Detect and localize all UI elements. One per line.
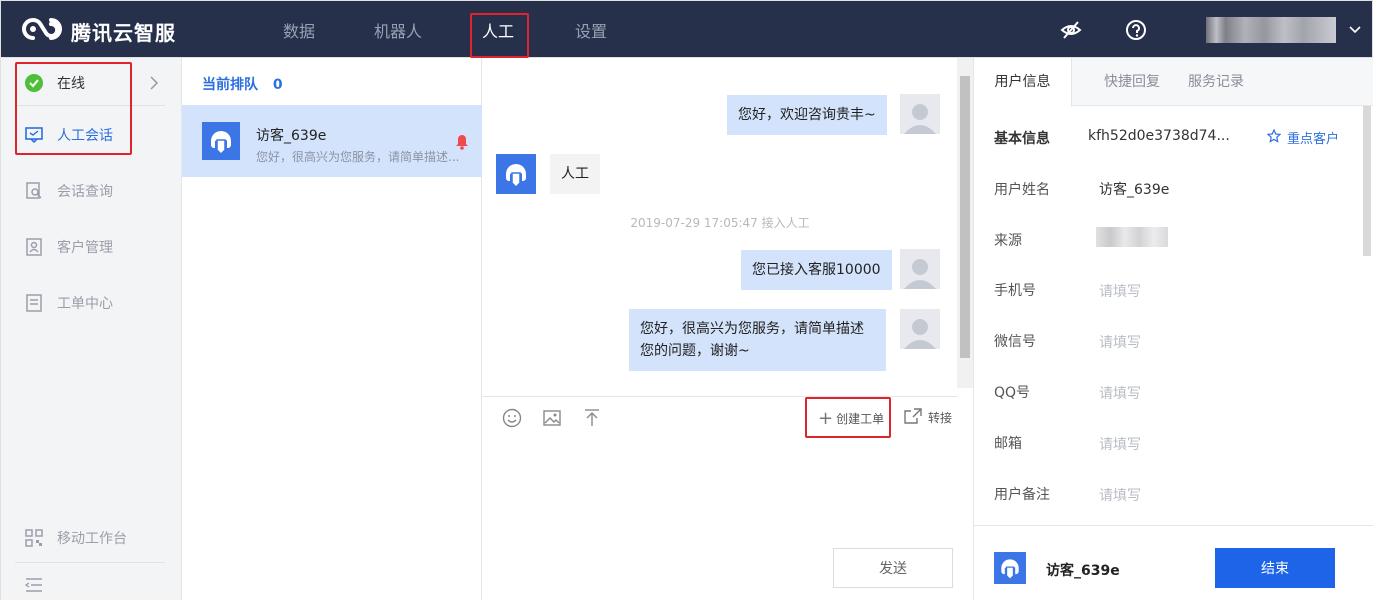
scrollbar[interactable] — [957, 58, 973, 388]
queue-item[interactable]: 访客_639e 您好，很高兴为您服务，请简单描述... — [182, 105, 482, 177]
wechat-input[interactable]: 请填写 — [1099, 332, 1141, 352]
field-value-name[interactable]: 访客_639e — [1099, 179, 1169, 199]
highlight-box-sidebar — [15, 62, 132, 155]
info-tabs: 用户信息 快捷回复 服务记录 — [974, 58, 1373, 107]
star-icon — [1266, 128, 1282, 147]
sidebar-item-customers[interactable]: 客户管理 — [25, 237, 113, 257]
info-panel: 用户信息 快捷回复 服务记录 基本信息 kfh52d0e3738d74... 重… — [974, 58, 1373, 600]
contact-card-icon — [25, 238, 43, 256]
message-preview: 您好，很高兴为您服务，请简单描述... — [256, 150, 460, 164]
info-scrollbar[interactable] — [1363, 106, 1371, 256]
nav-settings[interactable]: 设置 — [575, 21, 607, 43]
queue-panel: 当前排队 0 访客_639e 您好，很高兴为您服务，请简单描述... — [182, 58, 482, 600]
agent-message: 您好，欢迎咨询贵丰~ — [727, 95, 887, 135]
queue-count: 0 — [272, 77, 283, 93]
eye-off-icon[interactable] — [1060, 19, 1082, 41]
field-label-source: 来源 — [994, 233, 1022, 249]
queue-header: 当前排队 0 — [202, 74, 283, 94]
agent-message: 您好，很高兴为您服务，请简单描述您的问题，谢谢~ — [629, 309, 886, 371]
user-account-blurred[interactable] — [1206, 17, 1336, 43]
cloud-logo-icon — [21, 14, 63, 48]
field-label-email: 邮箱 — [994, 436, 1022, 452]
highlight-box-nav — [470, 13, 529, 58]
tab-user-info[interactable]: 用户信息 — [974, 58, 1072, 107]
top-bar: 腾讯云智服 数据 机器人 人工 设置 — [0, 0, 1373, 58]
chevron-right-icon[interactable] — [149, 75, 159, 95]
field-label-wechat: 微信号 — [994, 334, 1036, 350]
field-label-name: 用户姓名 — [994, 182, 1050, 198]
vip-label: 重点客户 — [1287, 132, 1340, 147]
visitor-avatar — [202, 122, 240, 160]
field-label-qq: QQ号 — [994, 385, 1031, 401]
user-message: 人工 — [550, 154, 600, 194]
transfer-icon — [904, 408, 922, 427]
tab-service-record[interactable]: 服务记录 — [1162, 58, 1270, 106]
help-icon[interactable] — [1125, 19, 1147, 41]
visitor-avatar — [496, 154, 536, 194]
transfer-button[interactable]: 转接 — [904, 408, 952, 427]
sidebar-item-tickets[interactable]: 工单中心 — [25, 293, 113, 313]
qr-code-icon — [25, 529, 43, 547]
sidebar-item-label: 客户管理 — [57, 240, 113, 256]
system-timestamp: 2019-07-29 17:05:47 接入人工 — [630, 216, 810, 230]
footer-visitor-name: 访客_639e — [1046, 563, 1120, 579]
agent-avatar — [900, 94, 940, 134]
queue-title: 当前排队 — [202, 77, 258, 93]
divider — [974, 525, 1373, 526]
agent-avatar — [900, 249, 940, 289]
chat-panel: 您好，欢迎咨询贵丰~ 人工 2019-07-29 17:05:47 接入人工 您… — [482, 58, 974, 600]
sidebar-item-query[interactable]: 会话查询 — [25, 181, 113, 201]
document-search-icon — [25, 182, 43, 200]
divider — [15, 562, 165, 563]
phone-input[interactable]: 请填写 — [1099, 281, 1141, 301]
upload-icon[interactable] — [582, 408, 602, 428]
end-session-button[interactable]: 结束 — [1215, 548, 1335, 588]
agent-message: 您已接入客服10000 — [741, 250, 892, 290]
collapse-menu-icon[interactable] — [24, 577, 43, 597]
brand-logo[interactable]: 腾讯云智服 — [21, 14, 176, 48]
agent-avatar — [900, 309, 940, 349]
sidebar-item-label: 移动工作台 — [57, 531, 127, 547]
send-button[interactable]: 发送 — [833, 548, 953, 588]
chevron-down-icon[interactable] — [1348, 23, 1362, 37]
scrollbar-thumb[interactable] — [960, 76, 970, 358]
brand-name: 腾讯云智服 — [71, 20, 176, 45]
field-label-phone: 手机号 — [994, 283, 1036, 299]
vip-customer-button[interactable]: 重点客户 — [1266, 128, 1340, 147]
visitor-name: 访客_639e — [256, 128, 327, 144]
ticket-icon — [25, 294, 43, 312]
qq-input[interactable]: 请填写 — [1099, 383, 1141, 403]
highlight-box-ticket — [805, 397, 891, 438]
sidebar: 在线 人工会话 会话查询 客户管理 工单中心 移动工作台 — [0, 58, 182, 600]
visitor-avatar — [994, 552, 1026, 584]
sidebar-item-mobile[interactable]: 移动工作台 — [25, 528, 127, 548]
nav-robot[interactable]: 机器人 — [374, 21, 422, 43]
sidebar-item-label: 会话查询 — [57, 184, 113, 200]
transfer-label: 转接 — [928, 411, 953, 425]
visitor-id: kfh52d0e3738d74... — [1088, 128, 1230, 144]
nav-data[interactable]: 数据 — [283, 21, 315, 43]
emoji-icon[interactable] — [502, 408, 522, 428]
image-icon[interactable] — [542, 408, 562, 428]
email-input[interactable]: 请填写 — [1099, 434, 1141, 454]
basic-info-label: 基本信息 — [994, 131, 1050, 147]
remark-input[interactable]: 请填写 — [1099, 485, 1141, 505]
field-label-remark: 用户备注 — [994, 487, 1050, 503]
sidebar-item-label: 工单中心 — [57, 296, 113, 312]
bell-icon — [455, 134, 469, 154]
source-blurred — [1096, 227, 1168, 247]
